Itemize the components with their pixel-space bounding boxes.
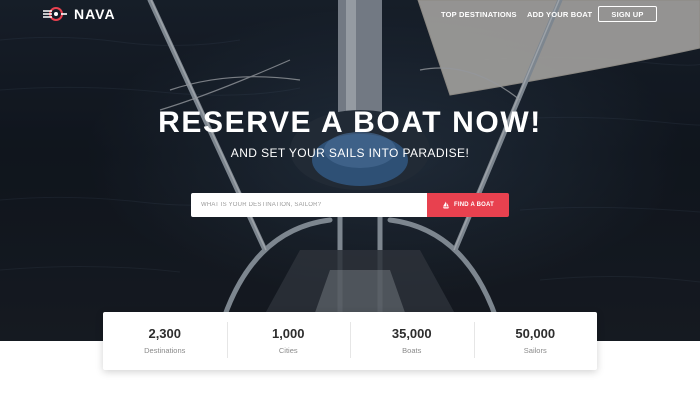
stats-panel: 2,300 Destinations 1,000 Cities 35,000 B… — [103, 312, 597, 370]
hero-overlay — [0, 0, 700, 341]
nava-logo-icon — [43, 7, 67, 21]
brand-name: NAVA — [74, 6, 116, 22]
stat-boats: 35,000 Boats — [350, 312, 474, 370]
hero-headline: RESERVE A BOAT NOW! — [158, 106, 542, 139]
top-navigation: NAVA TOP DESTINATIONS ADD YOUR BOAT SIGN… — [0, 0, 700, 30]
stat-label: Destinations — [144, 346, 186, 355]
hero-section: NAVA TOP DESTINATIONS ADD YOUR BOAT SIGN… — [0, 0, 700, 341]
sign-up-button[interactable]: SIGN UP — [598, 6, 657, 22]
stat-value: 1,000 — [271, 326, 305, 341]
hero-subheadline: AND SET YOUR SAILS INTO PARADISE! — [230, 146, 470, 160]
stat-value: 50,000 — [515, 326, 556, 341]
stat-destinations: 2,300 Destinations — [103, 312, 227, 370]
stat-label: Sailors — [523, 346, 547, 355]
stat-label: Boats — [402, 346, 422, 355]
brand-logo[interactable]: NAVA — [42, 6, 116, 22]
stat-sailors: 50,000 Sailors — [473, 312, 598, 370]
find-a-boat-label: FIND A BOAT — [454, 202, 494, 208]
stat-value: 35,000 — [391, 326, 432, 341]
nav-link-top-destinations[interactable]: TOP DESTINATIONS — [441, 10, 517, 19]
stat-label: Cities — [278, 346, 298, 355]
destination-search-bar: FIND A BOAT — [191, 193, 509, 217]
stat-value: 2,300 — [148, 326, 182, 341]
destination-search-input[interactable] — [191, 193, 427, 217]
sailboat-icon — [442, 201, 450, 209]
find-a-boat-button[interactable]: FIND A BOAT — [427, 193, 509, 217]
stat-cities: 1,000 Cities — [226, 312, 351, 370]
nav-link-add-your-boat[interactable]: ADD YOUR BOAT — [527, 10, 592, 19]
